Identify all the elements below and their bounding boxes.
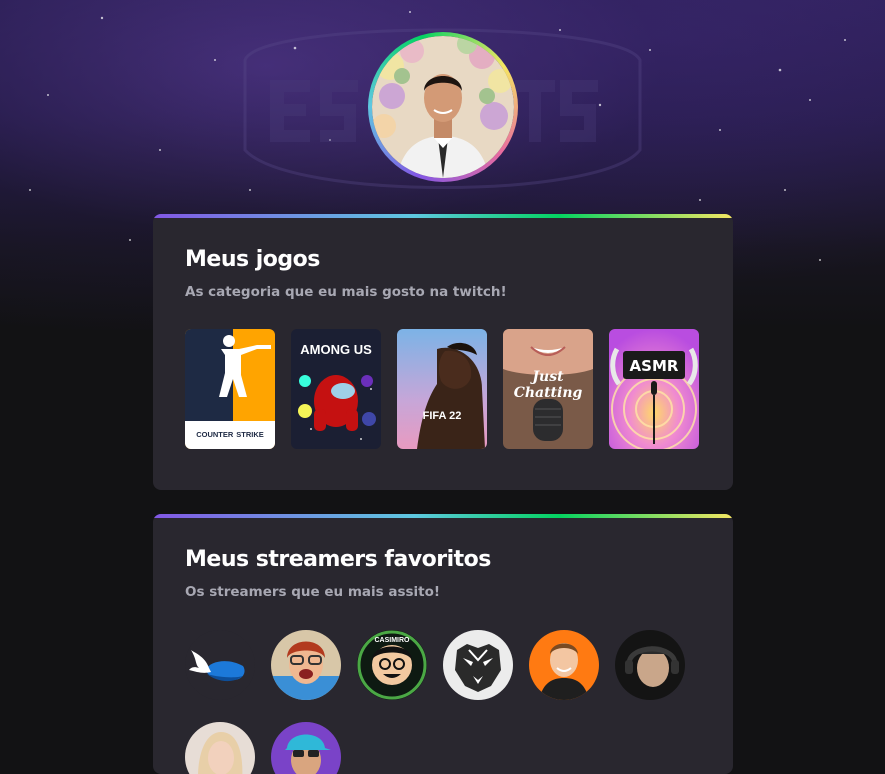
- casimiro-badge-text: CASIMIRO: [375, 637, 411, 644]
- streamer-avatar-5[interactable]: [529, 630, 599, 700]
- games-subtitle: As categoria que eu mais gosto na twitch…: [185, 284, 507, 300]
- streamer-avatar-1[interactable]: [185, 630, 255, 700]
- streamer-avatar-6[interactable]: [615, 630, 685, 700]
- profile-photo: [372, 36, 514, 178]
- game-counter-strike[interactable]: COUNTER STRIKE: [185, 329, 275, 449]
- profile-avatar: [368, 32, 518, 182]
- streamer-avatar-2[interactable]: [271, 630, 341, 700]
- streamers-card: Meus streamers favoritos Os streamers qu…: [153, 514, 733, 774]
- fifa-label: FIFA 22: [423, 410, 462, 422]
- just-chatting-label-1: Just: [529, 369, 564, 385]
- game-just-chatting[interactable]: Just Chatting: [503, 329, 593, 449]
- streamers-title: Meus streamers favoritos: [185, 547, 491, 572]
- game-among-us[interactable]: AMONG US: [291, 329, 381, 449]
- streamers-subtitle: Os streamers que eu mais assito!: [185, 584, 441, 600]
- counter-strike-label: COUNTER STRIKE: [196, 430, 264, 439]
- game-asmr[interactable]: ASMR: [609, 329, 699, 449]
- game-fifa-22[interactable]: FIFA 22: [397, 329, 487, 449]
- asmr-label: ASMR: [630, 357, 679, 375]
- streamer-avatar-8[interactable]: [271, 722, 341, 774]
- just-chatting-label-2: Chatting: [514, 385, 583, 401]
- games-card: Meus jogos As categoria que eu mais gost…: [153, 214, 733, 490]
- streamer-avatar-4[interactable]: [443, 630, 513, 700]
- games-title: Meus jogos: [185, 247, 320, 272]
- streamer-avatar-3[interactable]: CASIMIRO: [357, 630, 427, 700]
- among-us-label: AMONG US: [300, 342, 372, 357]
- streamer-avatar-7[interactable]: [185, 722, 255, 774]
